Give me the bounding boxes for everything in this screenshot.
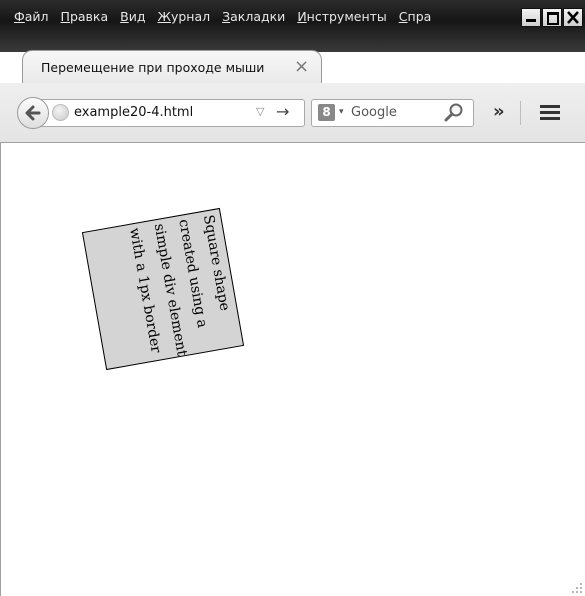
menu-tools[interactable]: Инструменты [297, 8, 386, 26]
url-text[interactable]: example20-4.html [74, 105, 193, 120]
square-text: Square shape created using a simple div … [126, 213, 233, 358]
menu-history[interactable]: Журнал [157, 8, 210, 26]
back-button[interactable] [17, 97, 49, 129]
title-bar: Файл Правка Вид Журнал Закладки Инструме… [0, 0, 585, 52]
toolbar-divider [520, 101, 521, 125]
go-arrow-icon[interactable]: → [276, 102, 289, 121]
close-icon [567, 11, 579, 24]
tab-close-icon[interactable]: × [294, 56, 309, 77]
menu-hamburger-icon[interactable] [540, 105, 560, 121]
tab-title: Перемещение при проходе мыши [41, 60, 265, 75]
search-icon[interactable] [444, 102, 464, 122]
navigation-toolbar: example20-4.html ▽ → 8 ▾ Google » [0, 83, 585, 143]
menu-view[interactable]: Вид [120, 8, 145, 26]
resize-grip-icon[interactable] [571, 582, 583, 594]
menu-bar: Файл Правка Вид Журнал Закладки Инструме… [14, 8, 431, 26]
minimize-button[interactable] [521, 8, 541, 27]
search-input[interactable]: Google [351, 105, 397, 120]
menu-help[interactable]: Спра [399, 8, 432, 26]
close-window-button[interactable] [563, 8, 583, 27]
site-identity-icon[interactable] [52, 104, 69, 121]
square-box: Square shape created using a simple div … [81, 207, 245, 371]
back-arrow-icon [25, 105, 41, 121]
url-dropdown-icon[interactable]: ▽ [256, 105, 264, 118]
search-engine-dropdown-icon[interactable]: ▾ [339, 107, 344, 117]
menu-file[interactable]: Файл [14, 8, 49, 26]
tab-active[interactable]: Перемещение при проходе мыши × [22, 50, 322, 83]
window-controls [521, 8, 583, 27]
page-content [0, 143, 585, 596]
menu-bookmarks[interactable]: Закладки [222, 8, 285, 26]
new-tab-button[interactable]: + [334, 52, 358, 76]
maximize-button[interactable] [542, 8, 562, 27]
menu-edit[interactable]: Правка [61, 8, 109, 26]
overflow-chevron-icon[interactable]: » [493, 101, 505, 122]
rotated-square[interactable]: Square shape created using a simple div … [81, 207, 245, 371]
search-engine-icon[interactable]: 8 [318, 104, 335, 121]
